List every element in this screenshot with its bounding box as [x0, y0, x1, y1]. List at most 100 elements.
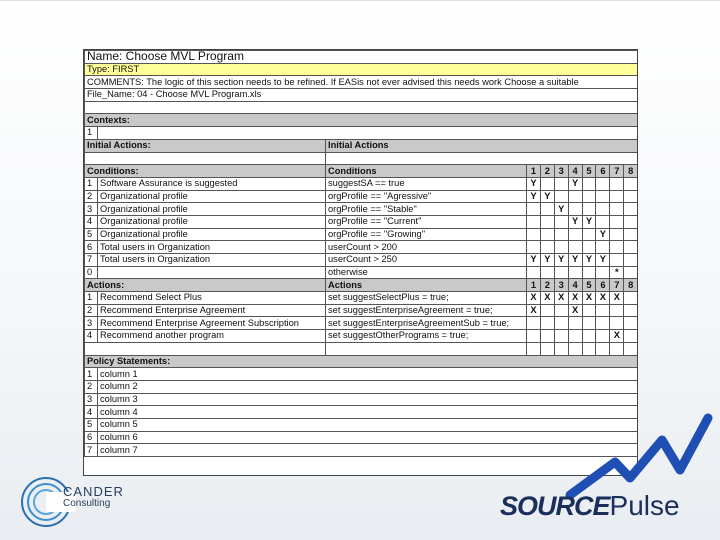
table-row: 5 column 5 — [84, 417, 637, 432]
table-row: 3 Recommend Enterprise Agreement Subscrip… — [84, 316, 637, 331]
condition-mark — [526, 227, 541, 242]
condition-expr: otherwise — [325, 265, 527, 280]
condition-text: Organizational profile — [97, 227, 326, 242]
condition-mark — [581, 176, 597, 191]
rule-number: 3 — [553, 164, 569, 178]
conditions-header: Conditions: — [84, 164, 326, 178]
file-name-cell: File_Name: 04 - Choose MVL Program.xls — [84, 88, 637, 102]
condition-expr: orgProfile == "Growing" — [325, 227, 527, 242]
condition-mark — [553, 265, 569, 280]
action-expr: set suggestOtherPrograms = true; — [325, 329, 527, 343]
policy-num: 5 — [84, 417, 98, 432]
condition-mark — [581, 227, 597, 242]
initial-actions-header: Initial Actions: — [84, 138, 326, 153]
condition-expr: orgProfile == "Current" — [325, 214, 527, 229]
empty-cell — [539, 341, 555, 356]
condition-mark: Y — [595, 227, 611, 242]
empty-cell — [84, 341, 326, 356]
table-row: 6 Total users in Organization userCount > … — [84, 240, 637, 254]
condition-mark: * — [609, 265, 625, 280]
empty-cell — [623, 341, 637, 356]
condition-mark — [567, 189, 583, 204]
condition-mark — [526, 240, 541, 254]
sourcepulse-pulse-text: Pulse — [609, 490, 680, 521]
policy-num: 3 — [84, 392, 98, 407]
rule-number: 2 — [539, 278, 555, 293]
table-row: 5 Organizational profile orgProfile == "Gr… — [84, 227, 637, 242]
rule-number: 6 — [595, 164, 611, 178]
sourcepulse-logo: SOURCEPulse — [500, 490, 680, 522]
action-mark — [623, 303, 637, 318]
rule-number: 7 — [609, 164, 625, 178]
empty-cell — [567, 341, 583, 356]
action-text: Recommend Select Plus — [97, 291, 326, 305]
table-row: 3 column 3 — [84, 392, 637, 407]
condition-text: Total users in Organization — [97, 253, 326, 267]
condition-mark — [581, 265, 597, 280]
cander-name: CANDER — [63, 484, 124, 499]
action-mark — [567, 316, 583, 331]
policy-num: 6 — [84, 430, 98, 445]
condition-mark: Y — [595, 253, 611, 267]
condition-mark — [623, 253, 637, 267]
rule-number: 8 — [623, 164, 637, 178]
action-mark — [581, 303, 597, 318]
rule-number: 3 — [553, 278, 569, 293]
condition-mark — [553, 240, 569, 254]
actions-col-header: Actions — [325, 278, 527, 293]
action-mark — [553, 316, 569, 331]
condition-mark — [609, 240, 625, 254]
table-row: 0 otherwise * — [84, 265, 637, 280]
condition-mark — [581, 240, 597, 254]
condition-num: 6 — [84, 240, 98, 254]
type-cell: Type: FIRST — [84, 62, 637, 77]
table-row: Actions: Actions 1 2 3 4 5 6 7 8 — [84, 278, 637, 293]
table-row: 1 column 1 — [84, 367, 637, 381]
condition-mark: Y — [553, 253, 569, 267]
condition-mark: Y — [526, 176, 541, 191]
action-mark: X — [609, 329, 625, 343]
action-mark — [526, 316, 541, 331]
condition-mark — [567, 240, 583, 254]
rule-number: 5 — [581, 164, 597, 178]
action-mark: X — [581, 291, 597, 305]
condition-mark — [553, 214, 569, 229]
action-mark — [567, 329, 583, 343]
background-decor-line — [0, 0, 720, 1]
policy-num: 7 — [84, 443, 98, 457]
condition-mark — [609, 253, 625, 267]
condition-mark: Y — [581, 214, 597, 229]
rule-number: 7 — [609, 278, 625, 293]
condition-num: 2 — [84, 189, 98, 204]
table-row: 2 Organizational profile orgProfile == "Ag… — [84, 189, 637, 204]
condition-mark — [526, 214, 541, 229]
policy-text: column 5 — [96, 417, 637, 432]
empty-cell — [325, 341, 527, 356]
spacer-row — [84, 100, 637, 115]
condition-mark — [539, 214, 555, 229]
condition-mark — [539, 176, 555, 191]
action-mark — [526, 329, 541, 343]
table-row: 6 column 6 — [84, 430, 637, 445]
condition-mark — [609, 189, 625, 204]
condition-mark — [581, 189, 597, 204]
action-mark — [581, 329, 597, 343]
rule-number: 4 — [567, 164, 583, 178]
policy-num: 4 — [84, 405, 98, 419]
table-row: 4 column 4 — [84, 405, 637, 419]
table-row: 1 Recommend Select Plus set suggestSelectP… — [84, 291, 637, 305]
condition-mark — [609, 227, 625, 242]
condition-mark — [581, 202, 597, 216]
condition-mark — [595, 176, 611, 191]
action-mark — [595, 316, 611, 331]
cander-subtitle: Consulting — [63, 498, 111, 509]
action-mark — [609, 303, 625, 318]
condition-mark — [567, 265, 583, 280]
policy-text: column 4 — [96, 405, 637, 419]
action-mark — [623, 316, 637, 331]
action-mark — [595, 303, 611, 318]
condition-mark: Y — [567, 214, 583, 229]
table-row: 7 column 7 — [84, 443, 637, 457]
decision-table-sheet: Name: Choose MVL Program Type: FIRST COM… — [83, 49, 638, 476]
rule-number: 1 — [526, 164, 541, 178]
